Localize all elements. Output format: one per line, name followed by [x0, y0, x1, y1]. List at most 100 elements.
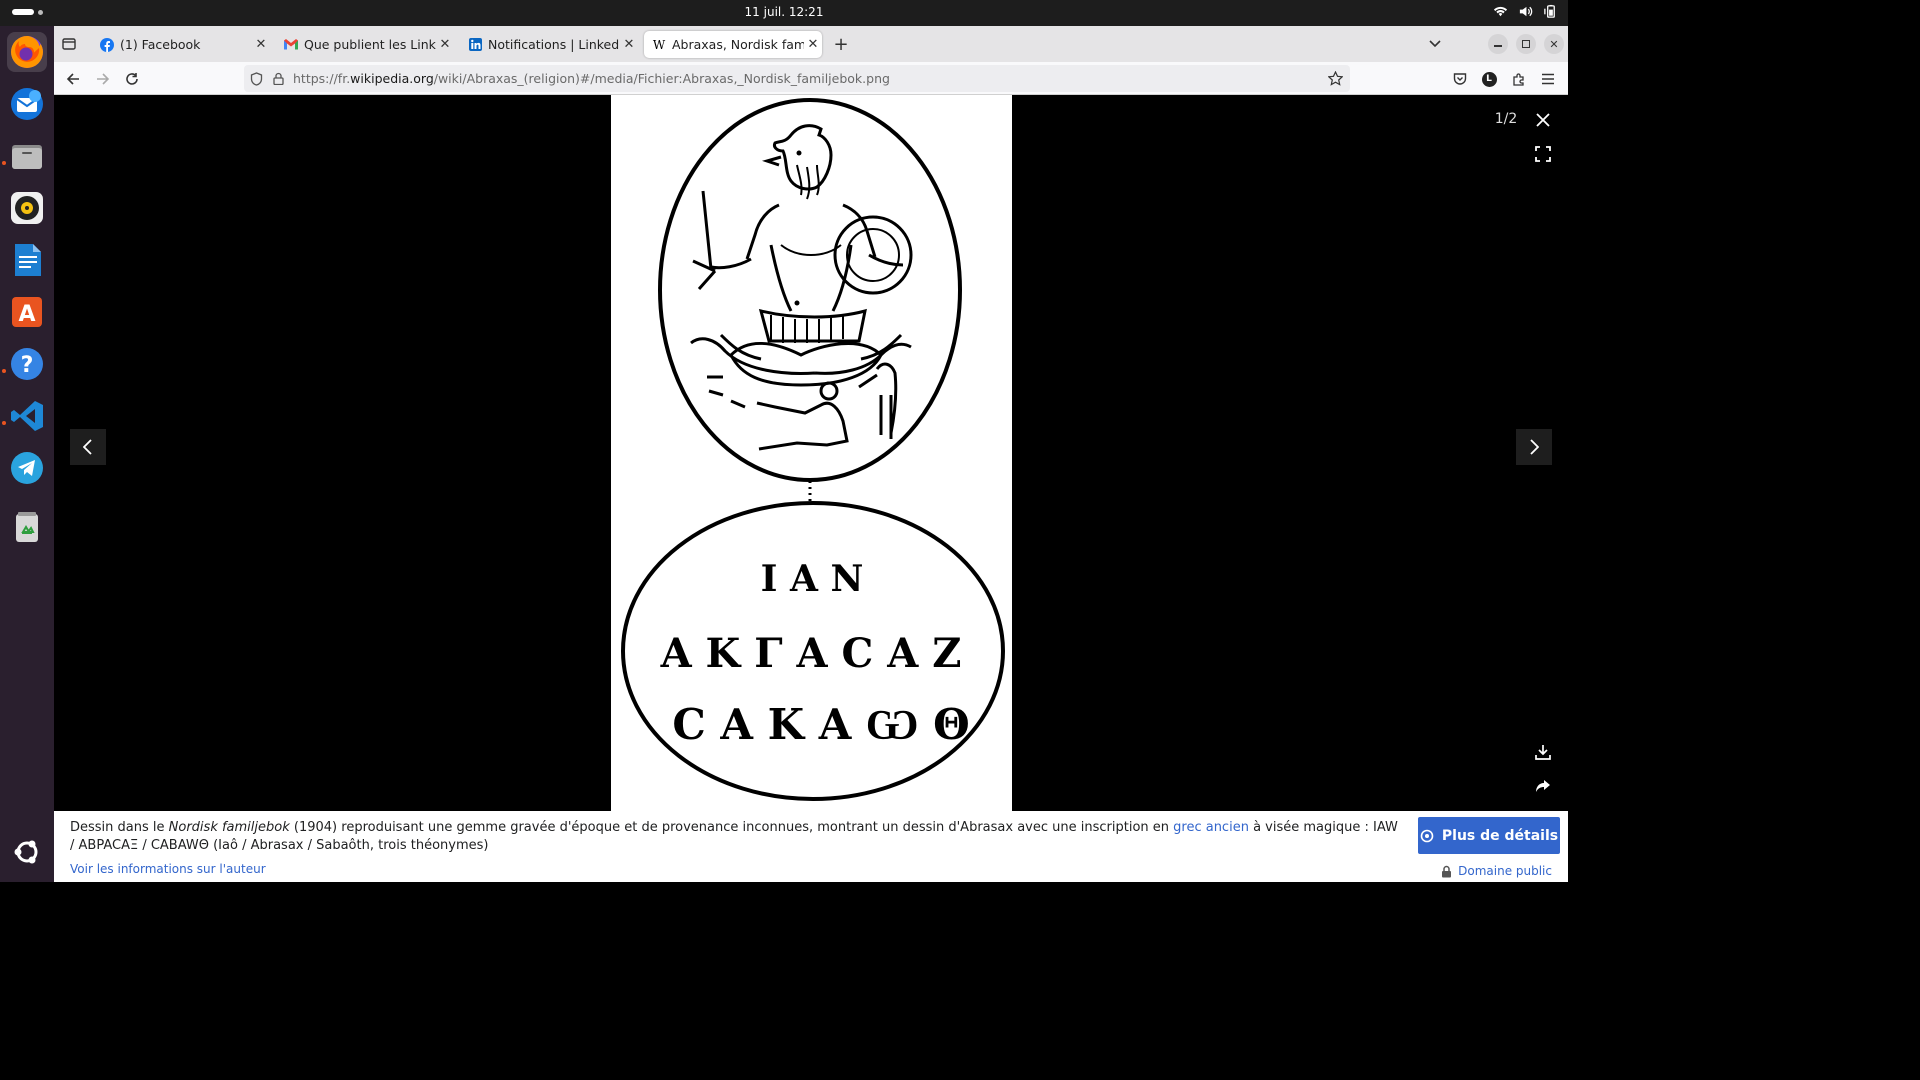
close-icon: ✕ [1549, 37, 1559, 51]
volume-icon [1519, 6, 1533, 17]
ubuntu-apps-icon [14, 840, 38, 864]
firefox-window: (1) Facebook ✕ Que publient les LinkedIn… [54, 26, 1568, 882]
show-apps-button[interactable] [7, 832, 47, 872]
linkedin-icon [468, 38, 482, 52]
tab-close-icon[interactable]: ✕ [804, 37, 822, 52]
system-clock[interactable]: 11 juil. 12:21 [0, 5, 1568, 19]
app-center-icon: A [12, 297, 42, 327]
bookmark-star-icon[interactable] [1328, 71, 1343, 86]
gem-inscription-line-1: I A N [761, 558, 864, 600]
close-viewer-button[interactable] [1530, 107, 1556, 133]
dock-firefox[interactable] [7, 32, 47, 72]
puzzle-icon [1513, 73, 1524, 86]
system-tray[interactable] [1493, 4, 1558, 19]
rhythmbox-icon [11, 192, 43, 224]
restore-icon [1522, 40, 1530, 48]
app-menu-button[interactable] [1537, 68, 1559, 90]
share-icon [1536, 780, 1550, 792]
tab-close-icon[interactable]: ✕ [252, 37, 270, 52]
tracking-protection-icon[interactable] [250, 72, 263, 86]
download-button[interactable] [1530, 739, 1556, 765]
author-info-link[interactable]: Voir les informations sur l'auteur [70, 862, 266, 876]
reload-icon [126, 73, 138, 85]
telegram-icon [11, 452, 43, 484]
tab-close-icon[interactable]: ✕ [436, 37, 454, 52]
next-image-button[interactable] [1516, 429, 1552, 465]
license-label[interactable]: Domaine public [1458, 864, 1552, 878]
new-tab-button[interactable]: + [830, 33, 852, 55]
gem-inscription-line-2: A K Γ A C A Z [660, 630, 962, 677]
fullscreen-button[interactable] [1530, 141, 1556, 167]
dock-files[interactable] [7, 136, 47, 176]
list-all-tabs-button[interactable] [1424, 33, 1446, 55]
gem-inscription-line-3: C A K A Ѡ Θ [672, 700, 969, 749]
svg-text:?: ? [21, 353, 34, 378]
lock-icon[interactable] [273, 72, 284, 85]
lock-icon [1442, 865, 1452, 877]
tab-bar: (1) Facebook ✕ Que publient les LinkedIn… [54, 26, 1568, 62]
tab-title: Abraxas, Nordisk familjeb [672, 37, 804, 52]
minimize-button[interactable] [1488, 34, 1508, 54]
url-text[interactable]: https://fr.wikipedia.org/wiki/Abraxas_(r… [293, 71, 890, 86]
tab-overview-button[interactable] [58, 33, 80, 55]
extensions-button[interactable] [1508, 68, 1530, 90]
dock-writer[interactable] [7, 240, 47, 280]
download-icon [1535, 745, 1551, 760]
image-description: Dessin dans le Nordisk familjebok (1904)… [70, 820, 1398, 853]
dock-trash[interactable] [7, 508, 47, 548]
arrow-left-icon [66, 73, 79, 85]
back-button[interactable] [62, 68, 84, 90]
media-viewer: I A N A K Γ A C A Z C A K A Ѡ Θ 1/2 [54, 95, 1568, 811]
trash-icon [16, 512, 38, 542]
arrow-right-icon [97, 73, 110, 85]
tab-title: Notifications | LinkedIn [488, 37, 620, 52]
media-image[interactable]: I A N A K Γ A C A Z C A K A Ѡ Θ [611, 95, 1012, 811]
previous-image-button[interactable] [70, 429, 106, 465]
more-details-icon [1420, 829, 1434, 842]
tab-linkedin[interactable]: Notifications | LinkedIn ✕ [460, 31, 638, 58]
navigation-bar: https://fr.wikipedia.org/wiki/Abraxas_(r… [54, 62, 1568, 95]
writer-icon [15, 244, 41, 276]
restore-button[interactable] [1516, 34, 1536, 54]
firefox-view-icon [62, 38, 76, 50]
image-counter: 1/2 [1494, 111, 1518, 127]
ancient-greek-link[interactable]: grec ancien [1173, 820, 1249, 835]
dock-telegram[interactable] [7, 448, 47, 488]
close-window-button[interactable]: ✕ [1544, 34, 1564, 54]
tab-title: (1) Facebook [120, 37, 201, 52]
url-bar[interactable]: https://fr.wikipedia.org/wiki/Abraxas_(r… [244, 65, 1350, 92]
share-button[interactable] [1530, 773, 1556, 799]
fullscreen-icon [1535, 146, 1551, 162]
close-icon [1536, 113, 1550, 127]
dock-vscode[interactable] [7, 396, 47, 436]
dock-thunderbird[interactable] [7, 84, 47, 124]
battery-icon [1544, 4, 1555, 18]
tab-facebook[interactable]: (1) Facebook ✕ [92, 31, 270, 58]
forward-button[interactable] [92, 68, 114, 90]
files-icon [12, 145, 42, 169]
wikipedia-icon: W [652, 37, 666, 52]
tab-wikipedia[interactable]: W Abraxas, Nordisk familjeb ✕ [644, 31, 822, 58]
more-details-button[interactable]: Plus de détails [1418, 817, 1560, 854]
facebook-icon [100, 37, 114, 52]
pocket-icon [1453, 73, 1467, 85]
dock-rhythmbox[interactable] [7, 188, 47, 228]
thunderbird-icon [11, 88, 43, 120]
svg-text:A: A [18, 302, 35, 327]
dock-help[interactable]: ? [7, 344, 47, 384]
tab-close-icon[interactable]: ✕ [620, 37, 638, 52]
system-top-bar: 11 juil. 12:21 [0, 0, 1568, 26]
firefox-icon [11, 36, 43, 68]
account-button[interactable]: L [1478, 68, 1500, 90]
pocket-button[interactable] [1449, 68, 1471, 90]
media-caption: Dessin dans le Nordisk familjebok (1904)… [54, 811, 1568, 882]
tab-gmail[interactable]: Que publient les LinkedIn ✕ [276, 31, 454, 58]
reload-button[interactable] [121, 68, 143, 90]
vscode-icon [11, 401, 43, 431]
gmail-icon [284, 38, 298, 52]
plus-icon: + [833, 33, 849, 55]
license-info[interactable]: Domaine public [1441, 864, 1552, 878]
chevron-left-icon [83, 439, 92, 455]
chevron-down-icon [1429, 40, 1441, 48]
dock-app-center[interactable]: A [7, 292, 47, 332]
